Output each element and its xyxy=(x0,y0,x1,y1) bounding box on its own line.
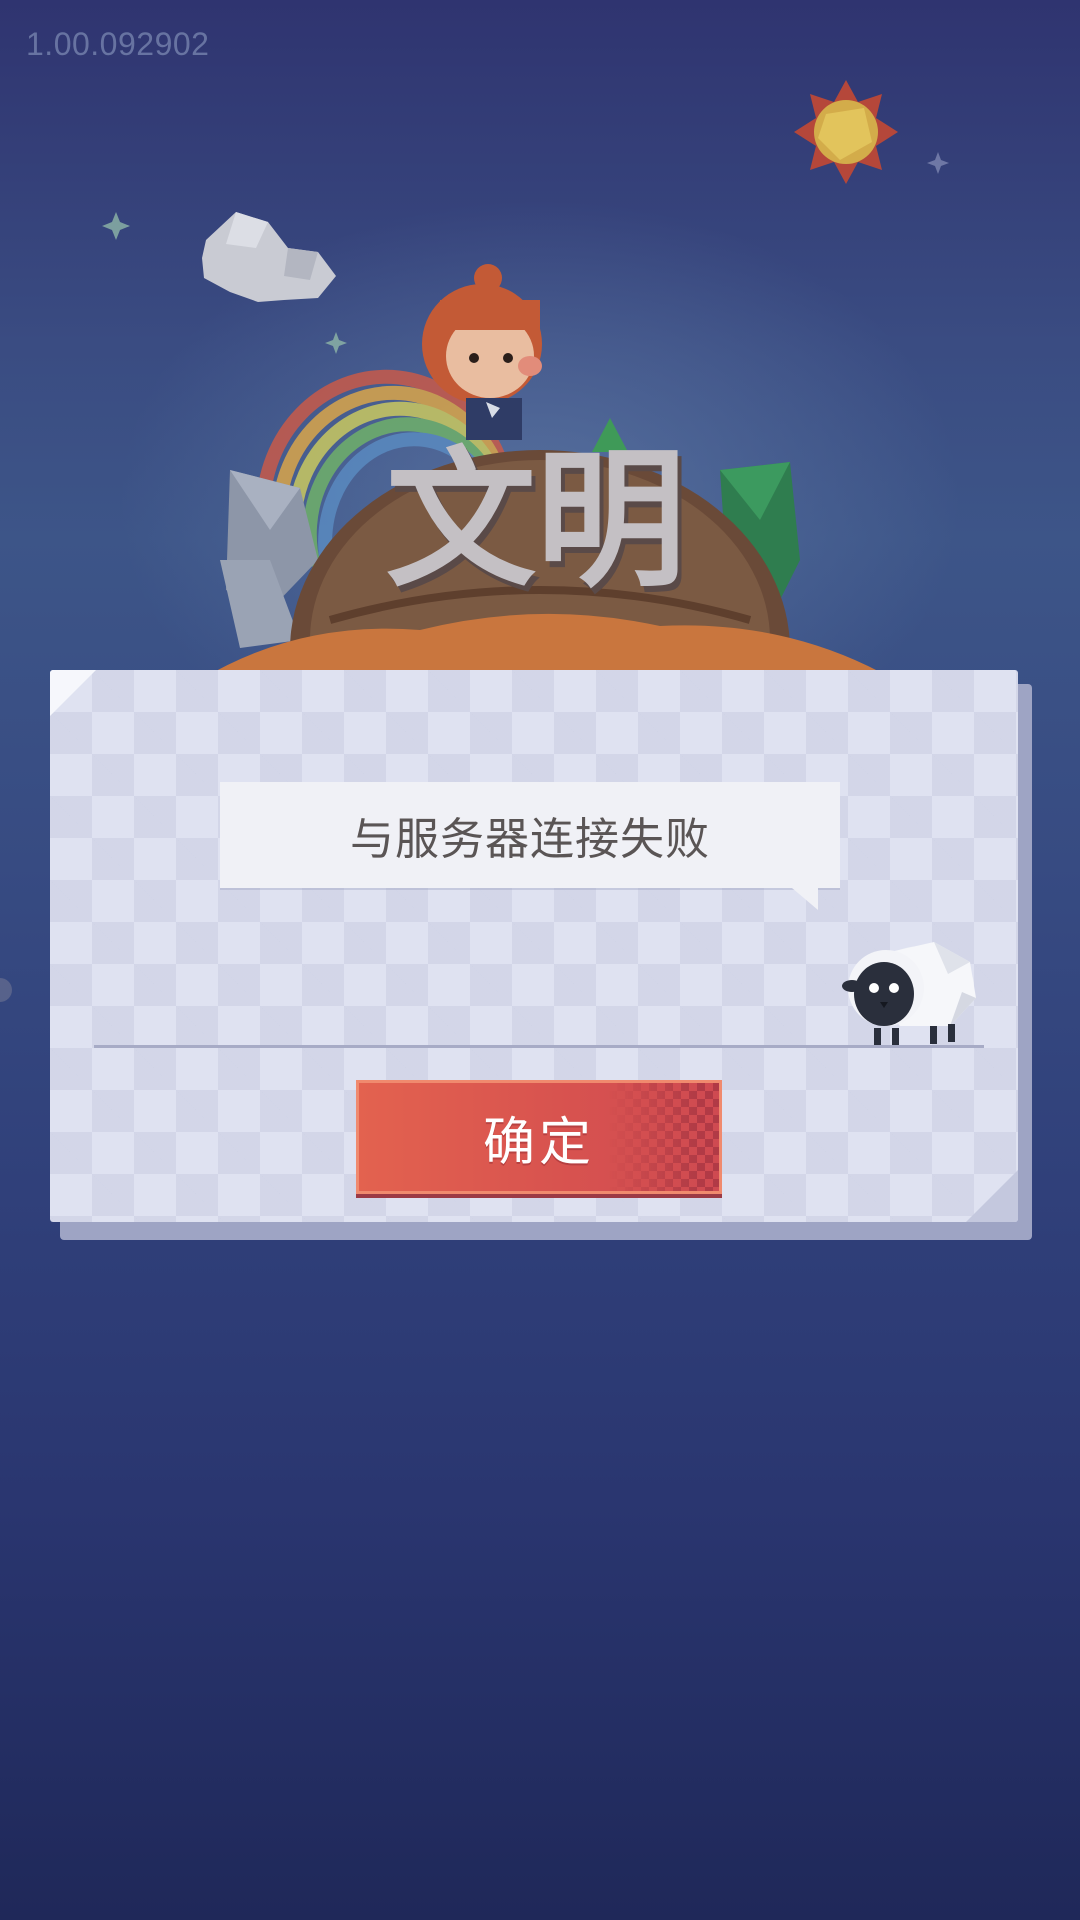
paper-fold-top-left xyxy=(50,670,96,716)
cloud-icon xyxy=(202,212,336,302)
sun-icon xyxy=(794,80,898,184)
bubble-tail xyxy=(792,888,818,910)
logo-title-face: 文明 xyxy=(386,434,686,608)
dialog-paper: 与服务器连接失败 确定 xyxy=(50,670,1018,1222)
paper-fold-bottom-right xyxy=(966,1170,1018,1222)
message-bubble: 与服务器连接失败 xyxy=(220,782,840,910)
sheep-icon xyxy=(842,942,976,1048)
error-dialog: 与服务器连接失败 确定 xyxy=(50,670,1032,1245)
version-label: 1.00.092902 xyxy=(26,26,210,62)
confirm-button-label: 确定 xyxy=(482,1112,595,1173)
confirm-button[interactable]: 确定 xyxy=(356,1080,722,1194)
game-logo-icon: 文明 文明 xyxy=(386,434,690,614)
error-message: 与服务器连接失败 xyxy=(350,814,710,865)
button-pattern xyxy=(609,1083,719,1191)
dialog-divider xyxy=(94,1045,984,1048)
